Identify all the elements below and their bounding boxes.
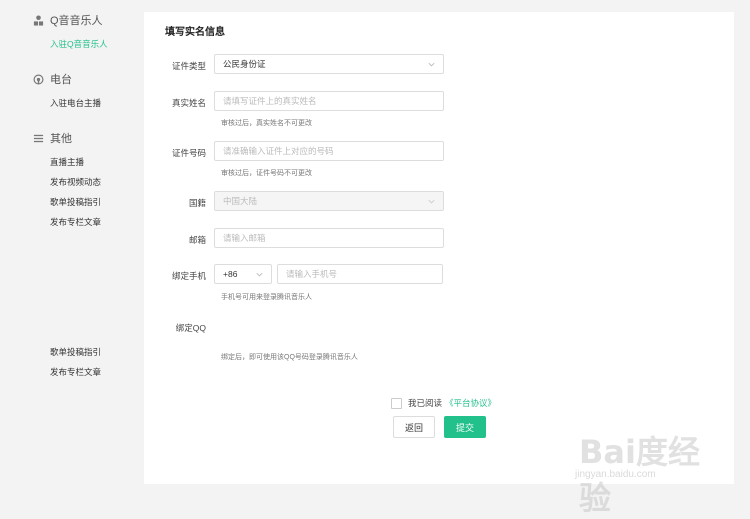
back-button[interactable]: 返回 (393, 416, 435, 438)
email-input[interactable]: 请输入邮箱 (214, 228, 444, 248)
id-type-select[interactable]: 公民身份证 (214, 54, 444, 74)
sidebar-section-radio: 电台 (32, 71, 72, 87)
sidebar-section-musician: Q音音乐人 (32, 12, 103, 28)
id-number-placeholder: 请准确输入证件上对应的号码 (223, 146, 334, 156)
sidebar-section-title: 电台 (50, 74, 72, 86)
sidebar-item-join-musician[interactable]: 入驻Q音音乐人 (50, 38, 108, 50)
real-name-hint: 审核过后，真实姓名不可更改 (221, 120, 312, 127)
real-name-input[interactable]: 请填写证件上的真实姓名 (214, 91, 444, 111)
agreement-row: 我已阅读 《平台协议》 (391, 397, 496, 409)
agreement-link[interactable]: 《平台协议》 (445, 397, 496, 409)
sidebar: Q音音乐人 入驻Q音音乐人 电台 入驻电台主播 其他 直播主播 发布视频动态 歌… (0, 0, 140, 505)
id-number-hint: 审核过后，证件号码不可更改 (221, 170, 312, 177)
email-placeholder: 请输入邮箱 (223, 233, 266, 243)
id-number-label: 证件号码 (171, 148, 206, 158)
phone-input[interactable]: 请输入手机号 (277, 264, 443, 284)
id-number-input[interactable]: 请准确输入证件上对应的号码 (214, 141, 444, 161)
submit-button[interactable]: 提交 (444, 416, 486, 438)
nationality-label: 国籍 (188, 198, 206, 208)
sidebar-item-playlist-guide[interactable]: 歌单投稿指引 (50, 196, 101, 208)
sidebar-section-title: 其他 (50, 133, 72, 145)
agreement-text: 我已阅读 (408, 398, 443, 408)
country-code-value: +86 (223, 269, 238, 279)
page-title: 填写实名信息 (165, 27, 225, 38)
sidebar-item-live-host[interactable]: 直播主播 (50, 156, 84, 168)
sidebar-section-title: Q音音乐人 (50, 15, 103, 27)
id-type-value: 公民身份证 (223, 59, 266, 69)
sidebar-item-join-radio-host[interactable]: 入驻电台主播 (50, 97, 101, 109)
main-form-panel: 填写实名信息 证件类型 公民身份证 真实姓名 请填写证件上的真实姓名 审核过后，… (144, 12, 734, 484)
phone-placeholder: 请输入手机号 (286, 269, 338, 279)
sidebar-item-column-article-2[interactable]: 发布专栏文章 (50, 366, 101, 378)
sidebar-section-other: 其他 (32, 130, 72, 146)
sidebar-item-video-post[interactable]: 发布视频动态 (50, 176, 101, 188)
id-type-label: 证件类型 (171, 61, 206, 71)
nationality-select[interactable]: 中国大陆 (214, 191, 444, 211)
chevron-down-icon (428, 199, 435, 204)
agreement-checkbox[interactable] (391, 397, 402, 409)
menu-icon (32, 132, 44, 144)
phone-label: 绑定手机 (171, 271, 206, 281)
qq-hint: 绑定后，即可使用该QQ号码登录腾讯音乐人 (221, 354, 358, 361)
qq-label: 绑定QQ (175, 323, 206, 333)
nationality-value: 中国大陆 (223, 196, 258, 206)
email-label: 邮箱 (188, 235, 206, 245)
person-icon (32, 14, 44, 26)
sidebar-item-playlist-guide-2[interactable]: 歌单投稿指引 (50, 346, 101, 358)
real-name-label: 真实姓名 (171, 98, 206, 108)
chevron-down-icon (428, 62, 435, 67)
phone-hint: 手机号可用来登录腾讯音乐人 (221, 294, 312, 301)
radio-icon (32, 73, 44, 85)
chevron-down-icon (256, 272, 263, 277)
real-name-placeholder: 请填写证件上的真实姓名 (223, 96, 317, 106)
sidebar-item-column-article[interactable]: 发布专栏文章 (50, 216, 101, 228)
country-code-select[interactable]: +86 (214, 264, 272, 284)
